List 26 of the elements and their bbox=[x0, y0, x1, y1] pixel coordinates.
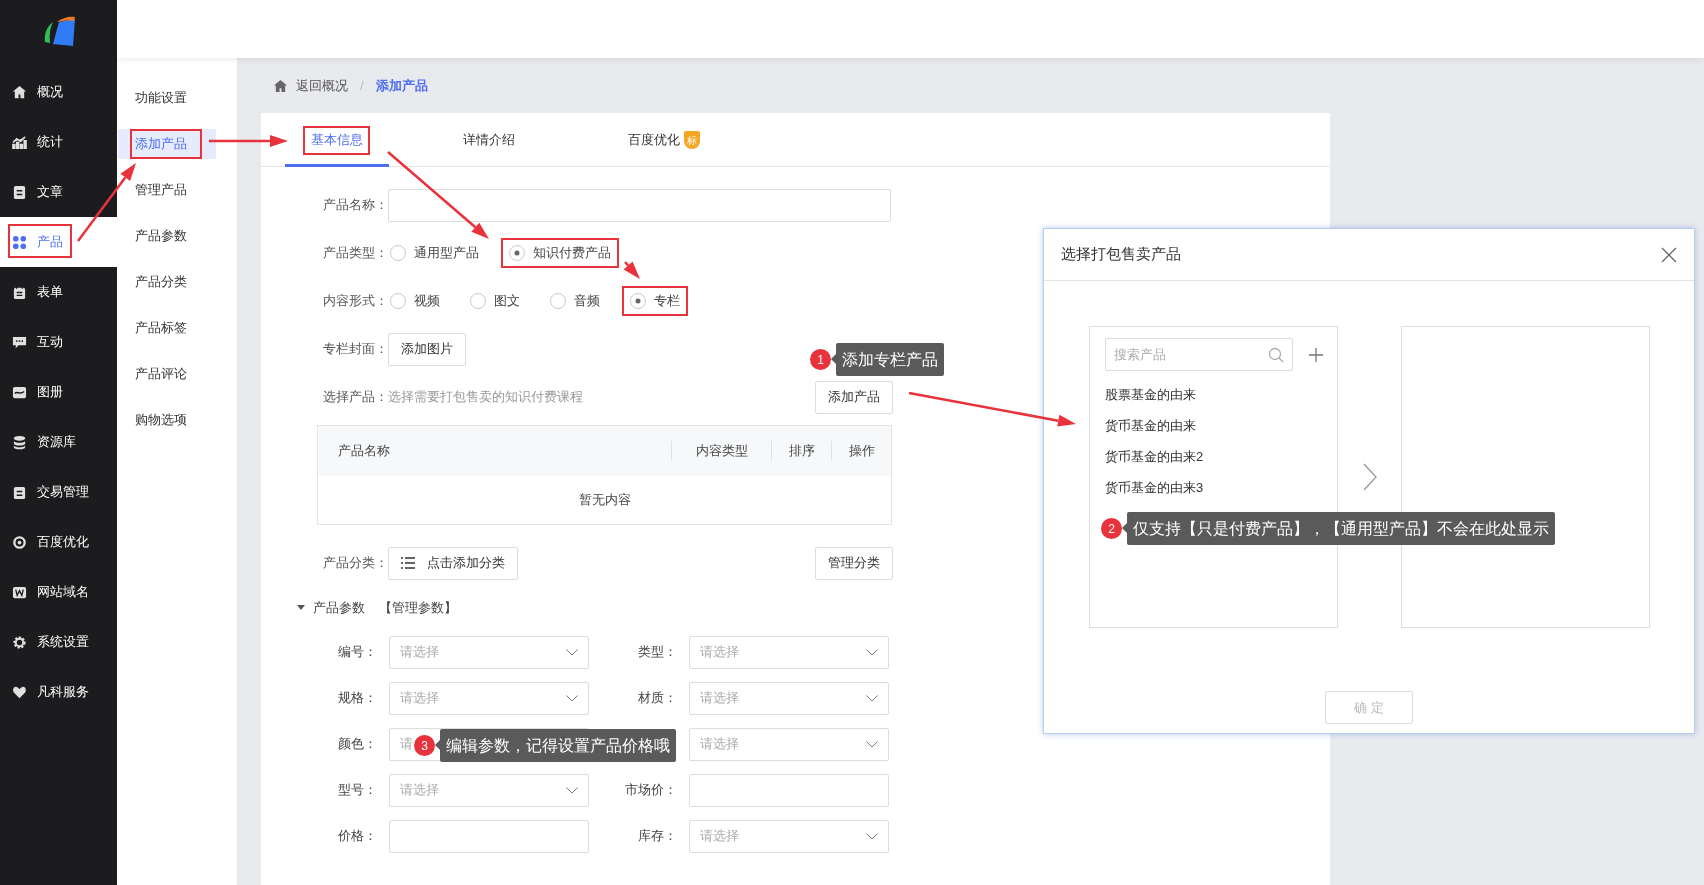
breadcrumb-current: 添加产品 bbox=[375, 76, 428, 95]
breadcrumb-separator: / bbox=[360, 76, 364, 95]
column-header: 排序 bbox=[771, 441, 831, 461]
field-label: 编号： bbox=[337, 643, 378, 662]
field-label: 价格： bbox=[337, 827, 378, 846]
field-label: 产品名称： bbox=[322, 196, 388, 215]
field-label: 材质： bbox=[637, 689, 678, 708]
dialog-title: 选择打包售卖产品 bbox=[1061, 244, 1181, 265]
field-label: 产品分类： bbox=[322, 554, 388, 573]
field-label: 市场价： bbox=[624, 781, 678, 800]
column-header: 内容类型 bbox=[671, 441, 771, 461]
column-header: 操作 bbox=[831, 441, 891, 461]
field-label: 专栏封面： bbox=[322, 340, 388, 359]
column-header: 产品名称 bbox=[337, 442, 391, 461]
badge: 标 bbox=[684, 131, 700, 149]
hint-text: 选择需要打包售卖的知识付费课程 bbox=[388, 388, 584, 407]
field-label: 产品类型： bbox=[322, 244, 388, 263]
field-label: 类型： bbox=[637, 643, 678, 662]
field-label: 颜色： bbox=[337, 735, 378, 754]
section-title: 产品参数 bbox=[313, 599, 365, 618]
field-label: 型号： bbox=[337, 781, 378, 800]
field-label: 内容形式： bbox=[322, 292, 388, 311]
field-label: 库存： bbox=[637, 827, 678, 846]
field-label: 规格： bbox=[337, 689, 378, 708]
empty-message: 暂无内容 bbox=[577, 491, 632, 510]
field-label: 选择产品： bbox=[322, 388, 388, 407]
